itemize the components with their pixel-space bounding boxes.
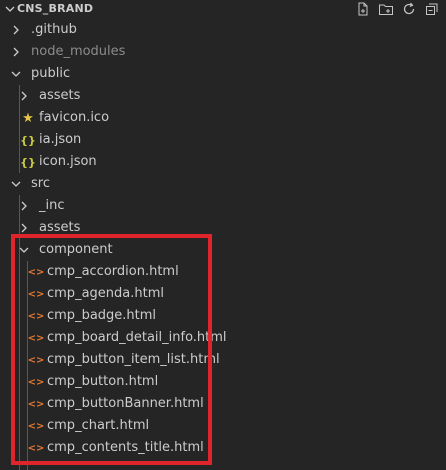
refresh-icon[interactable] xyxy=(401,1,417,17)
chevron-down-icon[interactable] xyxy=(4,3,16,15)
json-file-icon: {} xyxy=(20,155,36,169)
collapse-all-icon[interactable] xyxy=(424,1,440,17)
tree-item-label: src xyxy=(31,176,50,191)
tree-folder[interactable]: _inc xyxy=(0,195,446,217)
chevron-right-icon[interactable] xyxy=(18,200,30,212)
tree-folder[interactable]: node_modules xyxy=(0,41,446,63)
tree-folder[interactable]: assets xyxy=(0,85,446,107)
tree-item-label: ia.json xyxy=(39,132,82,147)
tree-folder[interactable]: .github xyxy=(0,19,446,41)
tree-item-label: _inc xyxy=(39,198,65,213)
star-icon: ★ xyxy=(22,110,34,126)
chevron-down-icon[interactable] xyxy=(10,178,22,190)
tree-folder[interactable]: src xyxy=(0,173,446,195)
highlight-box xyxy=(11,234,212,465)
tree-item-label: favicon.ico xyxy=(39,110,110,125)
file-explorer: CNS_BRAND .github node_modules public as… xyxy=(0,0,446,470)
tree-item-label: .github xyxy=(31,22,77,37)
chevron-right-icon[interactable] xyxy=(18,222,30,234)
chevron-right-icon[interactable] xyxy=(10,46,22,58)
tree-file[interactable]: {} ia.json xyxy=(0,129,446,151)
new-folder-icon[interactable] xyxy=(378,1,394,17)
explorer-section-header[interactable]: CNS_BRAND xyxy=(0,0,446,19)
tree-item-label: public xyxy=(31,66,71,81)
tree-file[interactable]: ★ favicon.ico xyxy=(0,107,446,129)
new-file-icon[interactable] xyxy=(355,1,371,17)
tree-item-label: assets xyxy=(39,88,81,103)
chevron-down-icon[interactable] xyxy=(10,68,22,80)
tree-item-label: icon.json xyxy=(39,154,97,169)
tree-file[interactable]: {} icon.json xyxy=(0,151,446,173)
json-file-icon: {} xyxy=(20,133,36,147)
section-title: CNS_BRAND xyxy=(17,2,94,15)
explorer-actions xyxy=(355,1,440,17)
chevron-right-icon[interactable] xyxy=(18,90,30,102)
chevron-right-icon[interactable] xyxy=(10,24,22,36)
tree-item-label: node_modules xyxy=(31,44,126,59)
tree-folder[interactable]: public xyxy=(0,63,446,85)
